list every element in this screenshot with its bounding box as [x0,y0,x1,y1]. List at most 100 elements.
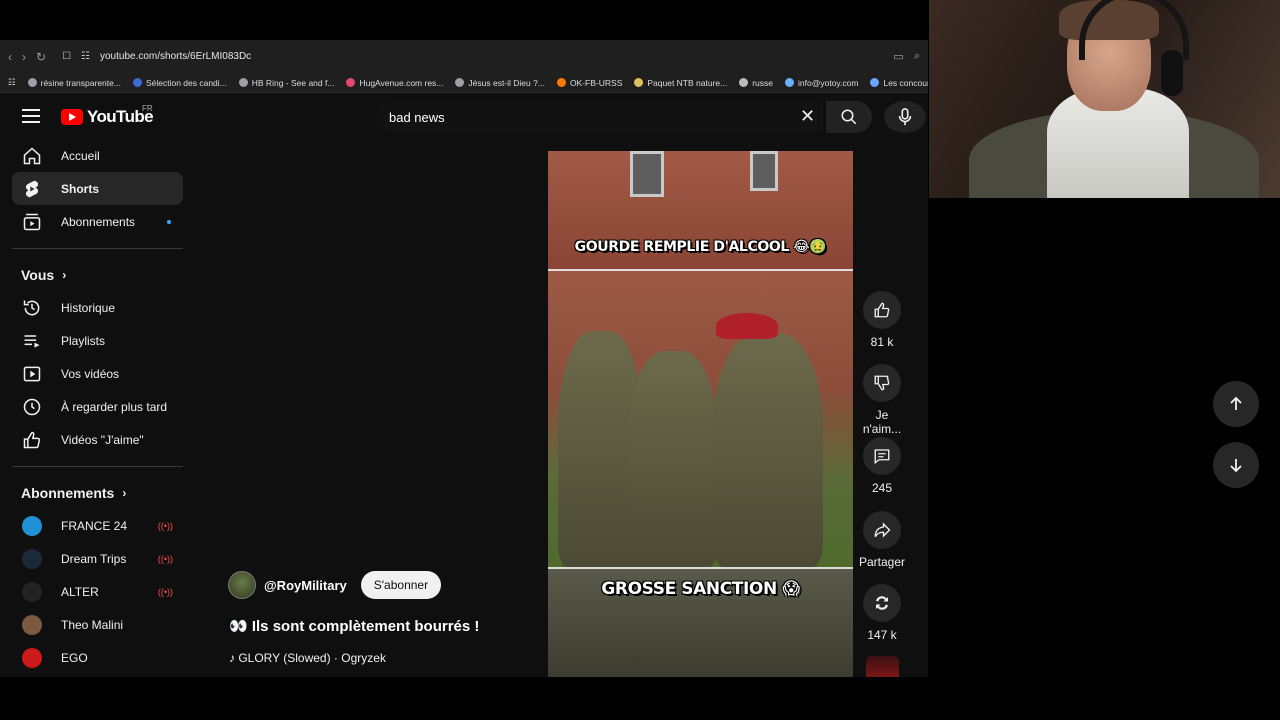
arrow-down-icon [1230,459,1242,473]
forward-icon[interactable]: › [22,50,26,64]
window-shape [630,151,664,197]
bookmark-item[interactable]: Jésus est-il Dieu ?... [455,78,545,88]
bookmark-icon[interactable]: ☐ [62,51,71,62]
share-button[interactable]: Partager [858,511,906,569]
home-icon [22,146,42,166]
video-caption-top: GOURDE REMPLIE D'ALCOOL 😂🤢 [574,239,827,255]
avatar [22,581,42,602]
bookmark-item[interactable]: Les concours d'a [870,78,928,88]
bookmark-item[interactable]: OK-FB-URSS [556,78,622,88]
webcam-overlay [929,0,1280,198]
channel-avatar[interactable] [228,571,256,599]
sidebar-section-you[interactable]: Vous › [0,259,195,291]
video-frame-middle [548,271,853,567]
subscribe-button[interactable]: S'abonner [360,571,442,599]
next-short-button[interactable] [1213,442,1259,488]
menu-icon[interactable] [22,109,40,127]
bookmark-item[interactable]: HB Ring - See and f... [238,78,334,88]
subscription-label: FRANCE 24 [61,518,128,533]
bookmark-item[interactable]: Sélection des candi... [132,78,227,88]
browser-window: ‹ › ↻ ☐ ☷ youtube.com/shorts/6ErLMI083Dc… [0,40,928,677]
remix-count: 147 k [867,628,897,642]
previous-short-button[interactable] [1213,381,1259,427]
new-content-dot [167,219,171,224]
sidebar-divider [12,248,183,249]
remix-button[interactable]: 147 k [858,584,906,642]
voice-search-button[interactable] [884,101,926,133]
bookmark-favicon-icon [455,78,465,87]
bookmark-item[interactable]: Paquet NTB nature... [634,78,727,88]
url-text: youtube.com/shorts/6ErLMI083Dc [100,51,252,62]
address-bar[interactable]: ☐ ☷ youtube.com/shorts/6ErLMI083Dc ▭ ⌕ [58,46,920,68]
zoom-icon[interactable]: ⌕ [914,50,920,63]
bookmark-favicon-icon [238,78,248,87]
back-icon[interactable]: ‹ [8,50,12,64]
sound-thumbnail[interactable] [866,656,899,677]
section-heading: Abonnements [21,485,115,501]
subscription-item[interactable]: EGO [12,641,183,674]
sidebar-item[interactable]: Historique [12,291,183,324]
bookmark-favicon-icon [556,78,566,87]
bookmarks-bar: ☷ résine transparente... Sélection des ca… [0,73,928,93]
short-title[interactable]: 👀 Ils sont complètement bourrés ! [229,617,479,635]
youtube-play-icon [61,109,83,125]
short-sound-link[interactable]: ♪ GLORY (Slowed) · Ogryzek [229,651,386,665]
bookmark-label: Jésus est-il Dieu ?... [468,77,545,88]
cast-icon[interactable]: ▭ [893,50,903,63]
bookmark-item[interactable]: HugAvenue.com res... [346,78,443,88]
bookmark-favicon-icon [634,78,644,87]
sidebar-item[interactable]: Playlists [12,324,183,357]
bookmark-item[interactable]: résine transparente... [27,77,121,88]
subscription-item[interactable]: Theo Malini [12,608,183,641]
sidebar-item[interactable]: Vidéos "J'aime" [12,423,183,456]
comments-button[interactable]: 245 [858,437,906,495]
search-button[interactable] [826,101,872,133]
sidebar-item[interactable]: Shorts [12,172,183,205]
short-video-player[interactable]: GOURDE REMPLIE D'ALCOOL 😂🤢 GROSSE SANCTI… [548,151,853,677]
youtube-logo[interactable]: YouTube FR [61,104,154,127]
browser-nav: ‹ › ↻ [8,50,46,64]
browser-toolbar: ‹ › ↻ ☐ ☷ youtube.com/shorts/6ErLMI083Dc… [0,40,928,73]
arrow-up-icon [1230,396,1242,410]
bookmark-item[interactable]: info@yotoy.com [785,78,858,88]
subscription-item[interactable]: ALTER ((•)) [12,575,183,608]
search-input[interactable]: bad news [376,102,823,132]
sidebar-item[interactable]: Vos vidéos [12,357,183,390]
sidebar-item[interactable]: Abonnements [12,205,183,238]
live-icon: ((•)) [157,520,173,531]
reload-icon[interactable]: ↻ [36,50,46,64]
mic-icon [898,108,912,126]
dislike-label: Je n'aim... [862,408,902,436]
subscription-item[interactable]: FRANCE 24 ((•)) [12,509,183,542]
region-code: FR [142,104,153,113]
youtube-app: YouTube FR bad news ✕ Accueil Shorts Abonn… [0,93,928,677]
bookmark-favicon-icon [27,78,37,87]
bookmark-item[interactable]: russe [739,78,773,88]
bookmark-favicon-icon [870,78,880,87]
avatar [22,614,42,635]
like-button[interactable]: 81 k [858,291,906,349]
apps-icon[interactable]: ☷ [8,77,16,88]
screen: ‹ › ↻ ☐ ☷ youtube.com/shorts/6ErLMI083Dc… [0,0,1280,720]
soldier-figure [713,333,823,567]
site-info-icon[interactable]: ☷ [81,51,90,62]
bookmark-label: résine transparente... [40,77,121,88]
sidebar-divider [12,466,183,467]
subscription-item[interactable]: Dream Trips ((•)) [12,542,183,575]
remix-icon [876,596,888,610]
comment-count: 245 [871,481,893,495]
bookmark-label: info@yotoy.com [798,77,859,88]
sidebar-item[interactable]: Accueil [12,139,183,172]
channel-name[interactable]: @RoyMilitary [264,578,347,593]
sidebar-item[interactable]: À regarder plus tard [12,390,183,423]
bookmark-favicon-icon [346,78,356,87]
sidebar-section-subscriptions[interactable]: Abonnements › [0,477,195,509]
bookmark-favicon-icon [785,78,795,87]
clear-search-icon[interactable]: ✕ [800,107,815,125]
sidebar-item-label: Historique [61,300,116,315]
dislike-button[interactable]: Je n'aim... [858,364,906,436]
headset-icon [1161,50,1183,96]
bookmark-label: HugAvenue.com res... [359,77,444,88]
sidebar-item-label: À regarder plus tard [61,399,168,414]
avatar [22,548,42,569]
